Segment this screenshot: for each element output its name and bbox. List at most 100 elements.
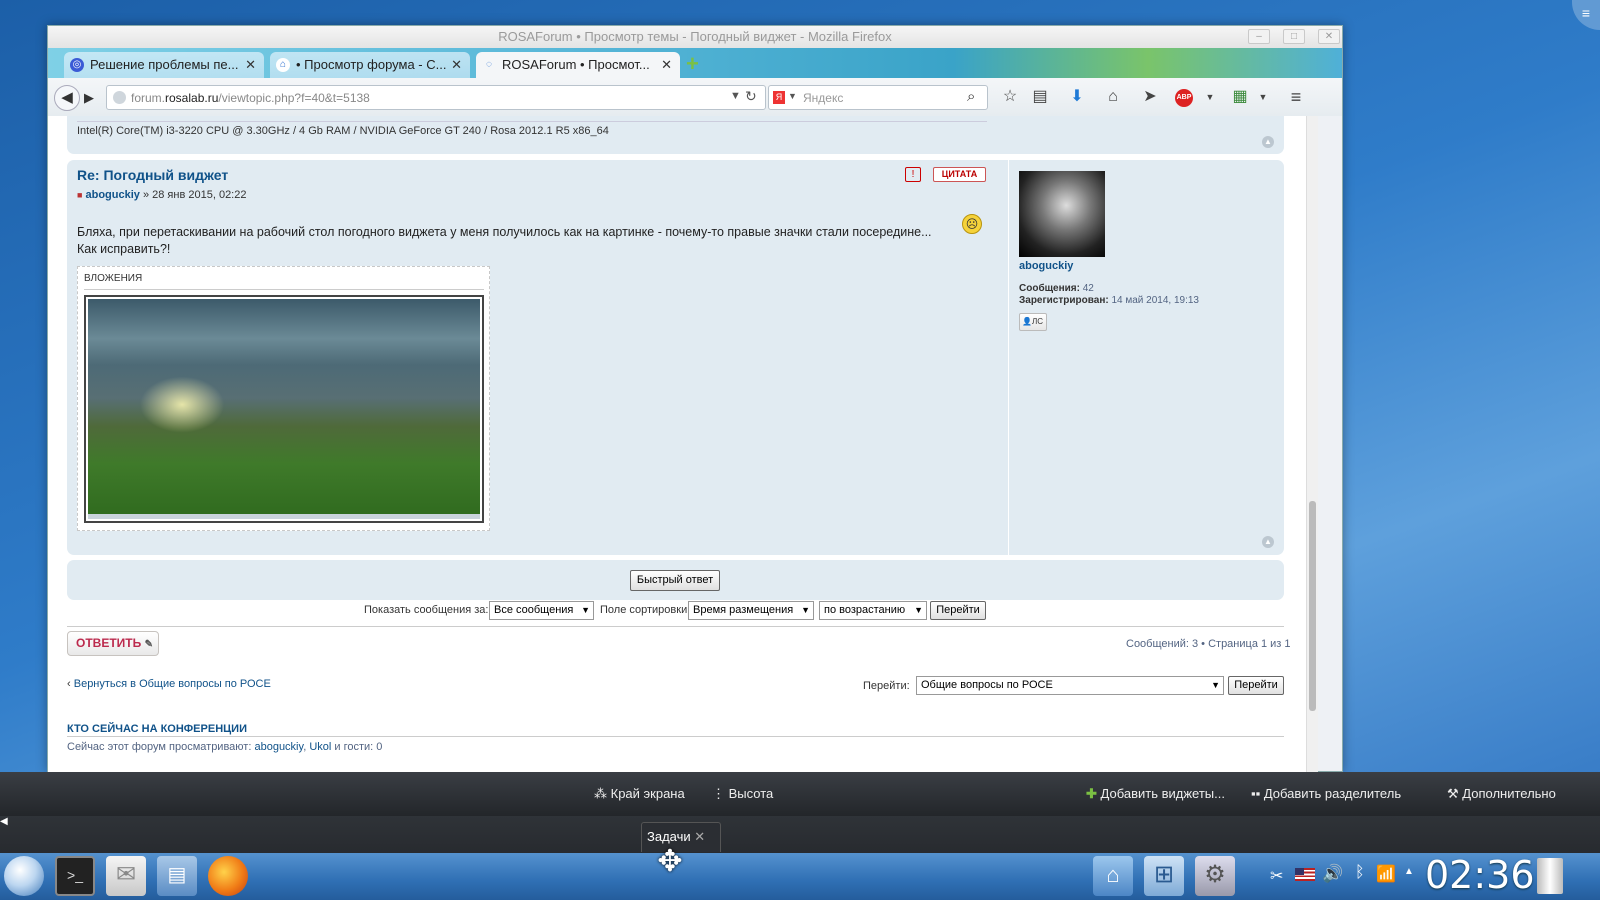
reload-icon[interactable]: ↻ [745, 88, 757, 105]
extension-icon[interactable]: ▦ [1228, 86, 1252, 108]
us-flag-icon[interactable] [1295, 868, 1315, 881]
divider [67, 626, 1284, 627]
quick-reply-button[interactable]: Быстрый ответ [630, 570, 720, 591]
attachments-label: ВЛОЖЕНИЯ [84, 273, 143, 284]
attachments-divider [84, 289, 484, 290]
attachment-thumbnail[interactable] [84, 295, 484, 523]
previous-post: Intel(R) Core(TM) i3-3220 CPU @ 3.30GHz … [67, 116, 1284, 154]
move-icon: ⁂ [594, 786, 607, 801]
user-icon: 👤 [1022, 317, 1032, 326]
trash-icon[interactable] [1537, 858, 1563, 894]
signature-text: Intel(R) Core(TM) i3-3220 CPU @ 3.30GHz … [77, 125, 609, 137]
terminal-icon[interactable]: >_ [55, 856, 95, 896]
url-bar[interactable]: forum.rosalab.ru/viewtopic.php?f=40&t=51… [106, 85, 766, 110]
wrench-icon: ⚒ [1447, 786, 1459, 801]
back-link[interactable]: ‹ Вернуться в Общие вопросы по РОСЕ [67, 678, 271, 690]
jump-select[interactable]: Общие вопросы по РОСЕ ▼ [916, 676, 1224, 695]
pagination-info: Сообщений: 3 • Страница 1 из 1 [1126, 638, 1291, 650]
search-input[interactable]: Яндекс [803, 91, 843, 105]
close-tab-icon[interactable]: ✕ [451, 52, 462, 78]
tab-3-active[interactable]: ◌ ROSAForum • Просмот... ✕ [476, 52, 680, 78]
desktop-toolbox-icon[interactable]: ≡ [1572, 0, 1600, 30]
minimize-button[interactable]: – [1248, 29, 1270, 44]
dropdown-icon: ▼ [914, 605, 923, 615]
jump-go-button[interactable]: Перейти [1228, 676, 1284, 695]
tray-expand-icon[interactable]: ▲ [1404, 866, 1414, 877]
dropdown-icon: ▼ [801, 605, 810, 615]
close-icon[interactable]: ✕ [694, 829, 705, 844]
add-separator-button[interactable]: ▪▪ Добавить разделитель [1251, 786, 1401, 801]
profile-username[interactable]: aboguckiy [1019, 260, 1073, 272]
scissors-icon[interactable]: ✂ [1270, 866, 1283, 886]
sort-go-button[interactable]: Перейти [930, 601, 986, 620]
globe-icon [113, 91, 126, 104]
bookmark-star-icon[interactable]: ☆ [998, 86, 1022, 108]
menu-icon[interactable]: ≡ [1284, 86, 1308, 108]
volume-icon[interactable]: 🔊 [1322, 864, 1343, 884]
search-icon[interactable]: ⌕ [967, 88, 975, 105]
dropdown-icon[interactable]: ▼ [788, 91, 797, 101]
report-icon[interactable]: ! [905, 167, 921, 182]
bluetooth-icon[interactable]: ᛒ [1355, 864, 1365, 882]
firefox-icon[interactable] [208, 856, 248, 896]
clock[interactable]: 02:36 [1425, 853, 1535, 897]
search-bar[interactable]: Я ▼ Яндекс ⌕ [768, 85, 988, 110]
pm-button[interactable]: 👤ЛС [1019, 313, 1047, 331]
screen-edge-button[interactable]: ⁂ Край экрана [594, 786, 685, 802]
home-folder-icon[interactable]: ⌂ [1093, 856, 1133, 896]
avatar [1019, 171, 1105, 257]
panel-edge-handle[interactable]: ◀ [0, 816, 12, 832]
url-text: forum.rosalab.ru/viewtopic.php?f=40&t=51… [131, 91, 370, 105]
landscape-image [88, 299, 480, 519]
page-scrollbar[interactable] [1306, 116, 1318, 772]
mail-icon[interactable]: ✉ [106, 856, 146, 896]
dropdown-icon[interactable]: ▼ [730, 90, 741, 102]
quote-button[interactable]: ЦИТАТА [933, 167, 986, 182]
download-icon[interactable]: ⬇ [1065, 86, 1089, 108]
back-button[interactable]: ◀ [54, 85, 80, 111]
show-posts-select[interactable]: Все сообщения ▼ [489, 601, 594, 620]
post-author-link[interactable]: aboguckiy [86, 189, 140, 201]
back-to-top-icon[interactable]: ▲ [1262, 536, 1274, 548]
pencil-icon: ✎ [144, 639, 153, 650]
reply-button[interactable]: ОТВЕТИТЬ ✎ [67, 631, 159, 656]
post-body-line2: Как исправить?! [77, 242, 171, 256]
bookmarks-list-icon[interactable]: ▤ [1028, 86, 1052, 108]
wifi-icon[interactable]: 📶 [1376, 864, 1396, 884]
close-tab-icon[interactable]: ✕ [661, 52, 672, 78]
home-button-icon[interactable]: ⌂ [1101, 86, 1125, 108]
more-settings-button[interactable]: ⚒ Дополнительно [1447, 786, 1556, 802]
maximize-button[interactable]: □ [1283, 29, 1305, 44]
tab-label: • Просмотр форума - С... [296, 57, 447, 72]
panel-move-icon[interactable]: ✥ [648, 840, 692, 884]
online-user-link[interactable]: Ukol [309, 741, 331, 753]
add-widgets-button[interactable]: ✚ Добавить виджеты... [1086, 786, 1225, 802]
window-titlebar[interactable]: ROSAForum • Просмотр темы - Погодный вид… [48, 26, 1342, 48]
sort-field-select[interactable]: Время размещения ▼ [688, 601, 814, 620]
arrow-right-icon: ▶ [84, 90, 94, 105]
desktop-grid-icon[interactable]: ⊞ [1144, 856, 1184, 896]
close-window-button[interactable]: ✕ [1318, 29, 1340, 44]
dropdown-icon[interactable]: ▼ [1198, 86, 1222, 108]
online-user-link[interactable]: aboguckiy [254, 741, 303, 753]
separator-icon: ▪▪ [1251, 786, 1261, 801]
adblock-icon[interactable]: ABP [1175, 89, 1193, 107]
settings-gear-icon[interactable]: ⚙ [1195, 856, 1235, 896]
app-launcher-icon[interactable] [4, 856, 44, 896]
height-button[interactable]: ⋮ Высота [712, 786, 773, 802]
post-title[interactable]: Re: Погодный виджет [77, 167, 228, 183]
new-tab-button[interactable]: + [686, 53, 706, 75]
dropdown-icon[interactable]: ▼ [1251, 86, 1275, 108]
close-tab-icon[interactable]: ✕ [245, 52, 256, 78]
send-icon[interactable]: ➤ [1138, 86, 1162, 108]
file-manager-icon[interactable]: ▤ [157, 856, 197, 896]
sort-order-select[interactable]: по возрастанию ▼ [819, 601, 927, 620]
post-date: » 28 янв 2015, 02:22 [142, 189, 247, 201]
window-title: ROSAForum • Просмотр темы - Погодный вид… [498, 29, 892, 44]
tab-2[interactable]: ⌂ • Просмотр форума - С... ✕ [270, 52, 470, 78]
post-meta: ■ aboguckiy » 28 янв 2015, 02:22 [77, 189, 246, 201]
tab-1[interactable]: ◎ Решение проблемы пе... ✕ [64, 52, 264, 78]
back-to-top-icon[interactable]: ▲ [1262, 136, 1274, 148]
scrollbar-thumb[interactable] [1309, 501, 1316, 711]
forward-button[interactable]: ▶ [84, 89, 102, 107]
